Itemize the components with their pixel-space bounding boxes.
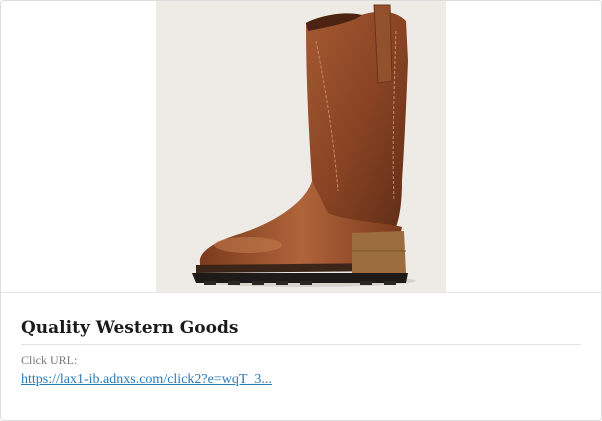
boot-illustration bbox=[192, 4, 416, 287]
click-url-label: Click URL: bbox=[21, 353, 78, 367]
ad-title: Quality Western Goods bbox=[21, 293, 581, 345]
ad-card: Quality Western Goods Click URL: https:/… bbox=[0, 0, 602, 421]
click-url-link[interactable]: https://lax1-ib.adnxs.com/click2?e=wqT_3… bbox=[21, 372, 272, 388]
ad-body: Quality Western Goods Click URL: https:/… bbox=[21, 293, 581, 388]
ad-image-area bbox=[1, 1, 601, 293]
ad-image[interactable] bbox=[156, 1, 446, 292]
